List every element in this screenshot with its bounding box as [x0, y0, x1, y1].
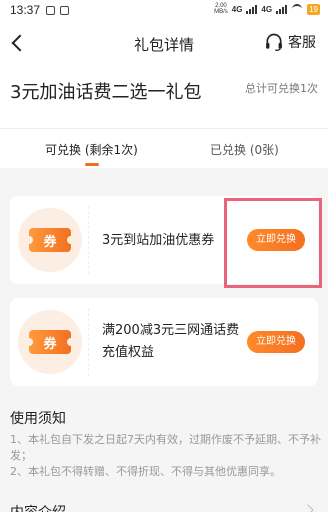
coupon-card: 券 满200减3元三网通话费充值权益 立即兑换 — [10, 298, 318, 386]
coupon-title: 满200减3元三网通话费充值权益 — [102, 323, 240, 360]
ticket-icon: 券 — [25, 330, 75, 354]
chevron-right-icon — [302, 504, 314, 512]
customer-service-label: 客服 — [288, 35, 316, 51]
active-tab-indicator — [85, 163, 99, 166]
status-time: 13:37 — [10, 3, 41, 17]
signal-icon-2 — [276, 4, 288, 14]
package-name: 3元加油话费二选一礼包 — [10, 82, 202, 103]
network-type-1: 4G — [231, 4, 243, 14]
usage-notes: 使用须知 1、本礼包自下发之日起7天内有效，过期作废不予延期、不予补发； 2、本… — [0, 398, 328, 512]
gallery-icon — [60, 6, 69, 15]
coupon-icon-bg: 券 — [18, 208, 82, 272]
content-intro-title[interactable]: 内容介绍 — [10, 502, 66, 512]
coupon-divider — [88, 308, 89, 376]
coupon-divider — [88, 206, 89, 274]
battery-indicator: 19 — [307, 3, 320, 15]
coupon-icon-bg: 券 — [18, 310, 82, 374]
signal-icon — [246, 4, 258, 14]
status-bar: 13:37 2.00 MB/s 4G 4G 19 — [0, 0, 328, 22]
ticket-icon: 券 — [25, 228, 75, 252]
status-right: 2.00 MB/s 4G 4G 19 — [214, 3, 320, 15]
gift-package-detail-page: 13:37 2.00 MB/s 4G 4G 19 礼包详情 客服 3元加油话费二… — [0, 0, 328, 512]
note-item: 1、本礼包自下发之日起7天内有效，过期作废不予延期、不予补发； — [10, 433, 321, 462]
net-speed: 2.00 MB/s — [214, 3, 228, 15]
tab-redeemed[interactable]: 已兑换 (0张) — [210, 141, 279, 158]
headset-icon — [266, 33, 282, 51]
notification-icon — [46, 6, 55, 15]
tab-available[interactable]: 可兑换 (剩余1次) — [45, 141, 138, 158]
nav-header: 礼包详情 客服 — [0, 22, 328, 66]
highlight-box — [224, 198, 322, 288]
network-type-2: 4G — [261, 4, 273, 14]
notes-title: 使用须知 — [10, 411, 66, 427]
wifi-icon — [291, 4, 303, 14]
customer-service-button[interactable]: 客服 — [264, 32, 316, 52]
coupon-title: 3元到站加油优惠券 — [102, 233, 215, 248]
redeem-now-button[interactable]: 立即兑换 — [247, 331, 305, 353]
note-item: 2、本礼包不得转赠、不得折现、不得与其他优惠同享。 — [10, 465, 281, 478]
total-redeemable: 总计可兑换1次 — [245, 82, 318, 95]
redeem-tabs: 可兑换 (剩余1次) 已兑换 (0张) — [0, 128, 328, 168]
